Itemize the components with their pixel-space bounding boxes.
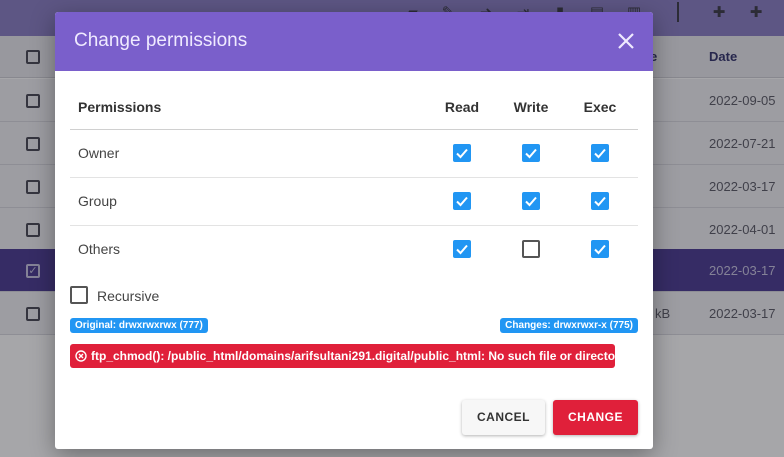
owner-write-checkbox[interactable] xyxy=(522,144,540,162)
others-exec-checkbox[interactable] xyxy=(591,240,609,258)
dialog-header: Change permissions xyxy=(55,12,653,71)
permission-row-others: Others xyxy=(70,226,638,274)
permissions-table: Permissions Read Write Exec Owner Group … xyxy=(70,84,638,274)
others-write-checkbox[interactable] xyxy=(522,240,540,258)
original-permissions-badge: Original: drwxrwxrwx (777) xyxy=(70,318,208,333)
group-write-checkbox[interactable] xyxy=(522,192,540,210)
others-read-checkbox[interactable] xyxy=(453,240,471,258)
permissions-table-header: Permissions Read Write Exec xyxy=(70,84,638,130)
owner-exec-checkbox[interactable] xyxy=(591,144,609,162)
change-permissions-dialog: Change permissions Permissions Read Writ… xyxy=(55,12,653,449)
exec-column-header: Exec xyxy=(583,99,617,115)
permission-row-label: Group xyxy=(78,193,117,209)
error-icon xyxy=(75,350,87,362)
cancel-button[interactable]: CANCEL xyxy=(462,400,545,435)
permission-row-owner: Owner xyxy=(70,130,638,178)
write-column-header: Write xyxy=(513,99,549,115)
group-exec-checkbox[interactable] xyxy=(591,192,609,210)
owner-read-checkbox[interactable] xyxy=(453,144,471,162)
error-text: ftp_chmod(): /public_html/domains/arifsu… xyxy=(91,349,615,363)
group-read-checkbox[interactable] xyxy=(453,192,471,210)
close-icon[interactable] xyxy=(615,30,637,52)
read-column-header: Read xyxy=(444,99,480,115)
recursive-checkbox-box[interactable] xyxy=(70,286,88,304)
permission-row-group: Group xyxy=(70,178,638,226)
permission-row-label: Owner xyxy=(78,145,120,161)
change-button[interactable]: CHANGE xyxy=(553,400,638,435)
dialog-title: Change permissions xyxy=(74,30,248,51)
changed-permissions-badge: Changes: drwxrwxr-x (775) xyxy=(500,318,638,333)
recursive-checkbox-label[interactable]: Recursive xyxy=(97,288,159,304)
error-message: ftp_chmod(): /public_html/domains/arifsu… xyxy=(70,344,615,368)
permissions-column-header: Permissions xyxy=(78,99,162,115)
permission-row-label: Others xyxy=(78,241,121,257)
